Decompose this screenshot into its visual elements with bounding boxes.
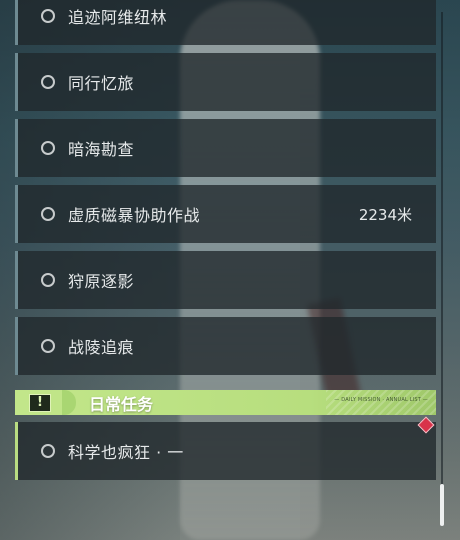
quest-label: 暗海勘查 — [68, 140, 135, 159]
section-title: 日常任务 — [89, 394, 154, 414]
quest-distance: 2234米 — [358, 205, 412, 224]
quest-item[interactable]: 暗海勘查 — [15, 119, 436, 177]
quest-list: 追迹阿维纽林 同行忆旅 暗海勘查 虚质磁暴协助作战 2234米 狩原逐影 战陵追… — [0, 0, 460, 540]
quest-label: 同行忆旅 — [68, 74, 135, 93]
quest-label: 追迹阿维纽林 — [68, 8, 168, 27]
quest-label: 战陵追痕 — [68, 338, 135, 357]
quest-label: 虚质磁暴协助作战 — [68, 206, 201, 225]
radio-circle-icon — [41, 273, 55, 287]
quest-label: 科学也疯狂 · 一 — [68, 443, 184, 462]
radio-circle-icon — [41, 75, 55, 89]
quest-item[interactable]: 追迹阿维纽林 — [15, 0, 436, 45]
scrollbar-thumb[interactable] — [440, 484, 444, 526]
daily-quest-item[interactable]: 科学也疯狂 · 一 — [15, 422, 436, 480]
header-cap-decoration — [62, 390, 76, 415]
daily-quests-header[interactable]: ! 日常任务 — DAILY MISSION · ANNUAL LIST — — [15, 390, 436, 415]
quest-item[interactable]: 同行忆旅 — [15, 53, 436, 111]
radio-circle-icon — [41, 207, 55, 221]
radio-circle-icon — [41, 444, 55, 458]
radio-circle-icon — [41, 339, 55, 353]
radio-circle-icon — [41, 141, 55, 155]
radio-circle-icon — [41, 9, 55, 23]
quest-item[interactable]: 虚质磁暴协助作战 2234米 — [15, 185, 436, 243]
quest-item[interactable]: 狩原逐影 — [15, 251, 436, 309]
exclamation-icon: ! — [29, 393, 51, 412]
quest-label: 狩原逐影 — [68, 272, 135, 291]
quest-item[interactable]: 战陵追痕 — [15, 317, 436, 375]
header-tiny-text: — DAILY MISSION · ANNUAL LIST — — [334, 397, 428, 403]
scrollbar-track[interactable] — [441, 12, 443, 526]
